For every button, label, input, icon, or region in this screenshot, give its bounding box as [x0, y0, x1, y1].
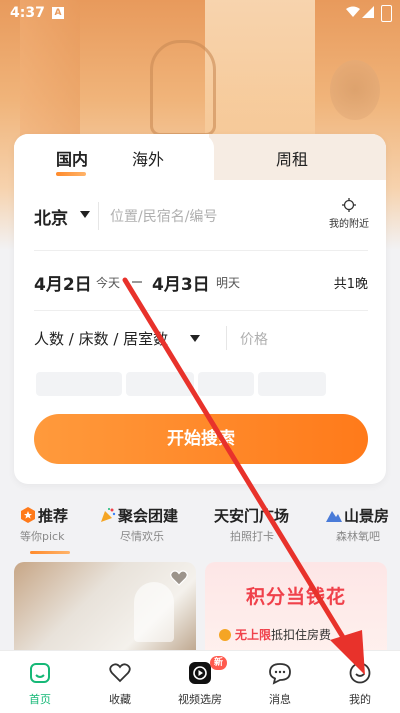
category-active-indicator — [30, 551, 70, 554]
search-tabs: 国内 海外 周租 — [14, 134, 386, 180]
divider — [34, 250, 368, 251]
keyword-search-input[interactable]: 位置/民宿名/编号 — [110, 206, 217, 226]
category-subtitle: 尽情欢乐 — [120, 530, 164, 543]
promo-coin-icon — [219, 629, 231, 641]
nearby-button[interactable]: 我的附近 — [319, 198, 379, 230]
checkout-day-tag: 明天 — [216, 276, 241, 290]
promo-line-rest: 抵扣住房费 — [271, 628, 332, 642]
wifi-icon — [346, 6, 360, 17]
heart-icon — [109, 663, 131, 683]
tab-active-indicator — [56, 172, 86, 176]
category-strip: 推荐 等你pick 聚会团建 尽情欢乐 天安门广场 拍照打卡 山景房 森林氧吧 — [0, 505, 400, 555]
home-icon — [30, 663, 50, 683]
points-promo-card[interactable]: 积分当钱花 无上限抵扣住房费 — [205, 562, 387, 662]
category-title: 山景房 — [344, 507, 390, 525]
bottom-navigation: 首页 收藏 新 视频选房 消息 我的 — [0, 650, 400, 713]
mountain-icon — [326, 511, 342, 522]
search-card: 国内 海外 周租 北京 位置/民宿名/编号 我的附近 4月2日 今天 4月3日 … — [14, 134, 386, 484]
nav-favorites[interactable]: 收藏 — [80, 651, 160, 713]
star-hex-icon — [21, 507, 35, 523]
category-title: 推荐 — [38, 507, 69, 525]
nav-label: 首页 — [29, 693, 51, 706]
nav-label: 视频选房 — [178, 693, 222, 706]
guests-price-row: 人数 / 床数 / 居室数 价格 — [14, 322, 386, 362]
battery-icon — [381, 5, 392, 22]
divider — [34, 310, 368, 311]
tab-domestic[interactable]: 国内 — [56, 146, 88, 170]
category-recommend[interactable]: 推荐 等你pick — [20, 505, 68, 544]
checkin-day-tag: 今天 — [96, 276, 121, 290]
quick-tag[interactable] — [126, 372, 194, 396]
promo-highlight: 无上限 — [235, 628, 272, 642]
price-filter[interactable]: 价格 — [240, 329, 268, 349]
nearby-label: 我的附近 — [329, 219, 369, 230]
quick-tag[interactable] — [258, 372, 326, 396]
nav-profile[interactable]: 我的 — [320, 651, 400, 713]
status-time: 4:37 — [10, 5, 45, 21]
hero-hanging-chair — [150, 40, 216, 136]
tab-domestic-background — [14, 134, 214, 180]
status-bar: 4:37 A — [0, 0, 400, 28]
category-subtitle: 森林氧吧 — [336, 530, 380, 543]
start-search-button[interactable]: 开始搜索 — [34, 414, 368, 464]
promo-line: 无上限抵扣住房费 — [219, 626, 331, 643]
city-selector[interactable]: 北京 — [34, 204, 68, 229]
category-title: 天安门广场 — [214, 507, 290, 525]
quick-tag[interactable] — [36, 372, 122, 396]
profile-icon — [349, 662, 371, 684]
nav-video-rooms[interactable]: 新 视频选房 — [160, 651, 240, 713]
notification-a-icon: A — [52, 7, 64, 19]
hero-plant — [330, 60, 380, 120]
nav-label: 收藏 — [109, 693, 131, 706]
quick-tag[interactable] — [198, 372, 254, 396]
divider — [98, 202, 99, 230]
date-row[interactable]: 4月2日 今天 4月3日 明天 共1晚 — [14, 262, 386, 302]
category-mountain-view[interactable]: 山景房 森林氧吧 — [326, 505, 389, 544]
destination-row: 北京 位置/民宿名/编号 我的附近 — [14, 192, 386, 244]
category-subtitle: 等你pick — [20, 530, 65, 543]
listing-photo-detail — [134, 582, 174, 642]
checkout-date[interactable]: 4月3日 — [152, 270, 210, 295]
guests-selector[interactable]: 人数 / 床数 / 居室数 — [34, 328, 168, 349]
promo-title: 积分当钱花 — [245, 586, 346, 608]
category-party[interactable]: 聚会团建 尽情欢乐 — [100, 505, 178, 544]
signal-icon — [362, 6, 374, 18]
nav-messages[interactable]: 消息 — [240, 651, 320, 713]
checkin-date[interactable]: 4月2日 — [34, 270, 92, 295]
nav-home[interactable]: 首页 — [0, 651, 80, 713]
guests-caret-down-icon[interactable] — [190, 335, 200, 342]
favorite-heart-icon[interactable] — [170, 570, 188, 586]
category-tiananmen[interactable]: 天安门广场 拍照打卡 — [214, 505, 289, 544]
party-popper-icon — [101, 508, 116, 522]
category-subtitle: 拍照打卡 — [230, 530, 274, 543]
date-separator — [132, 281, 142, 283]
nav-label: 我的 — [349, 693, 371, 706]
tab-overseas[interactable]: 海外 — [132, 146, 164, 170]
locate-crosshair-icon — [342, 198, 356, 212]
city-caret-down-icon[interactable] — [80, 211, 90, 218]
divider — [226, 326, 227, 350]
listing-card-image[interactable] — [14, 562, 196, 662]
new-badge: 新 — [210, 656, 228, 670]
nights-count: 共1晚 — [333, 277, 368, 292]
category-title: 聚会团建 — [118, 507, 179, 525]
chat-bubble-icon — [269, 663, 291, 685]
nav-label: 消息 — [269, 693, 291, 706]
video-play-icon — [189, 662, 211, 684]
tab-weekly-rent[interactable]: 周租 — [276, 146, 308, 170]
